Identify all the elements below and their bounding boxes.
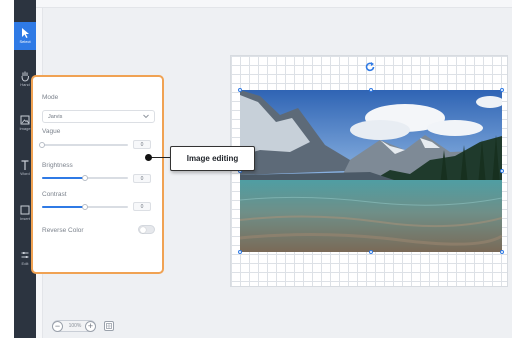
- landscape-photo[interactable]: [240, 90, 502, 252]
- resize-handle-top-left[interactable]: [238, 88, 242, 92]
- image-editing-panel: Mode Jarvis Vague 0 Brightness 0 Contras…: [31, 75, 164, 274]
- contrast-slider[interactable]: [42, 204, 128, 210]
- insert-icon: [20, 205, 30, 215]
- contrast-label: Contrast: [42, 191, 67, 198]
- vague-value[interactable]: 0: [133, 140, 151, 149]
- rotate-icon[interactable]: [364, 61, 376, 73]
- mode-select-value: Jarvis: [48, 114, 63, 120]
- grid-icon: [106, 323, 112, 329]
- contrast-slider-knob[interactable]: [82, 204, 88, 210]
- resize-handle-right[interactable]: [500, 169, 504, 173]
- mode-select[interactable]: Jarvis: [42, 110, 155, 123]
- resize-handle-top-right[interactable]: [500, 88, 504, 92]
- vague-slider-knob[interactable]: [39, 142, 45, 148]
- zoom-out-button[interactable]: −: [52, 321, 63, 332]
- resize-handle-top[interactable]: [369, 88, 373, 92]
- toggle-knob: [140, 227, 146, 233]
- brightness-slider-fill: [42, 177, 85, 179]
- hand-icon: [21, 71, 29, 82]
- brightness-slider[interactable]: [42, 175, 128, 181]
- contrast-value[interactable]: 0: [133, 202, 151, 211]
- zoom-in-button[interactable]: +: [85, 321, 96, 332]
- tool-select[interactable]: Select: [14, 22, 36, 50]
- top-ruler: [36, 0, 512, 8]
- resize-handle-bottom-right[interactable]: [500, 250, 504, 254]
- vague-label: Vague: [42, 128, 61, 135]
- cursor-arrow-icon: [22, 28, 29, 38]
- zoom-control: − 100% +: [52, 320, 96, 332]
- contrast-slider-fill: [42, 206, 85, 208]
- brightness-label: Brightness: [42, 162, 73, 169]
- brightness-value[interactable]: 0: [133, 174, 151, 183]
- reverse-color-label: Reverse Color: [42, 227, 84, 234]
- callout-dot: [145, 154, 152, 161]
- mode-label: Mode: [42, 94, 59, 101]
- text-icon: [21, 160, 29, 170]
- brightness-slider-knob[interactable]: [82, 175, 88, 181]
- tool-label: Select: [19, 39, 31, 44]
- fit-screen-button[interactable]: [104, 321, 114, 331]
- image-icon: [20, 115, 30, 125]
- resize-handle-bottom[interactable]: [369, 250, 373, 254]
- vague-slider[interactable]: [39, 142, 128, 148]
- chevron-down-icon: [143, 114, 149, 119]
- sliders-icon: [21, 252, 29, 258]
- reverse-color-toggle[interactable]: [138, 225, 155, 234]
- resize-handle-bottom-left[interactable]: [238, 250, 242, 254]
- callout-label: Image editing: [170, 146, 255, 171]
- zoom-level: 100%: [68, 323, 82, 329]
